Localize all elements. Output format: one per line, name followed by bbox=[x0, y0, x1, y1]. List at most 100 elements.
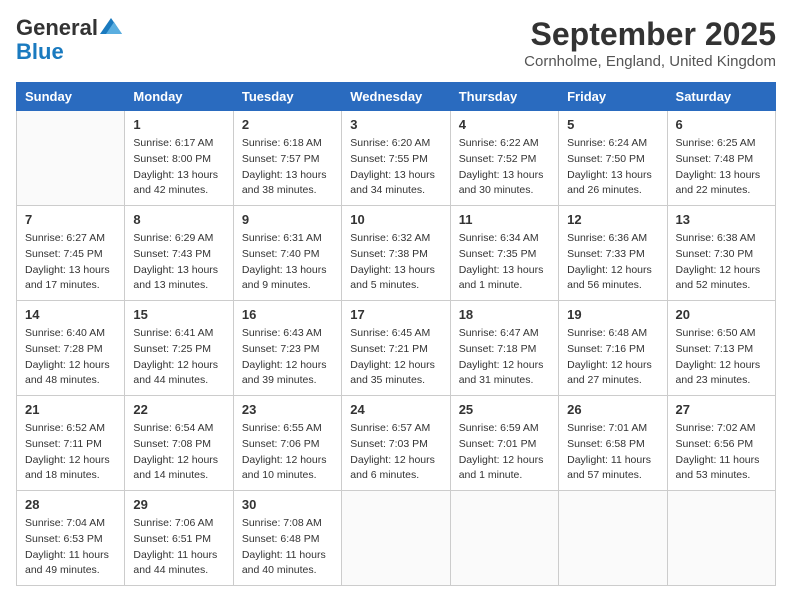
calendar-cell: 12Sunrise: 6:36 AM Sunset: 7:33 PM Dayli… bbox=[559, 206, 667, 301]
week-row-3: 14 Sunrise: 6:40 AM Sunset: 7:28 PM Dayli… bbox=[17, 301, 776, 396]
weekday-header-thursday: Thursday bbox=[450, 83, 558, 111]
day-info: Sunrise: 6:55 AM Sunset: 7:06 PM Dayligh… bbox=[242, 421, 333, 484]
day-number: 17 bbox=[350, 307, 441, 322]
calendar-cell bbox=[667, 491, 775, 586]
day-info: Sunrise: 6:22 AM Sunset: 7:52 PM Dayligh… bbox=[459, 136, 550, 199]
day-number: 5 bbox=[567, 117, 658, 132]
day-number: 16 bbox=[242, 307, 333, 322]
calendar-cell: 3 Sunrise: 6:20 AM Sunset: 7:55 PM Daylig… bbox=[342, 111, 450, 206]
calendar-cell: 24 Sunrise: 6:57 AM Sunset: 7:03 PM Dayli… bbox=[342, 396, 450, 491]
calendar-cell bbox=[342, 491, 450, 586]
calendar-cell: 18 Sunrise: 6:47 AM Sunset: 7:18 PM Dayli… bbox=[450, 301, 558, 396]
calendar-cell: 17 Sunrise: 6:45 AM Sunset: 7:21 PM Dayli… bbox=[342, 301, 450, 396]
weekday-header-friday: Friday bbox=[559, 83, 667, 111]
day-number: 20 bbox=[676, 307, 767, 322]
day-number: 3 bbox=[350, 117, 441, 132]
day-info: Sunrise: 7:04 AM Sunset: 6:53 PM Dayligh… bbox=[25, 516, 116, 579]
day-number: 1 bbox=[133, 117, 224, 132]
calendar-cell: 4Sunrise: 6:22 AM Sunset: 7:52 PM Daylig… bbox=[450, 111, 558, 206]
day-info: Sunrise: 6:17 AM Sunset: 8:00 PM Dayligh… bbox=[133, 136, 224, 199]
day-number: 19 bbox=[567, 307, 658, 322]
day-info: Sunrise: 6:54 AM Sunset: 7:08 PM Dayligh… bbox=[133, 421, 224, 484]
calendar-cell: 11 Sunrise: 6:34 AM Sunset: 7:35 PM Dayli… bbox=[450, 206, 558, 301]
day-number: 14 bbox=[25, 307, 116, 322]
week-row-5: 28 Sunrise: 7:04 AM Sunset: 6:53 PM Dayli… bbox=[17, 491, 776, 586]
day-info: Sunrise: 7:01 AM Sunset: 6:58 PM Dayligh… bbox=[567, 421, 658, 484]
day-number: 13 bbox=[676, 212, 767, 227]
day-number: 28 bbox=[25, 497, 116, 512]
day-info: Sunrise: 6:38 AM Sunset: 7:30 PM Dayligh… bbox=[676, 231, 767, 294]
day-number: 18 bbox=[459, 307, 550, 322]
day-number: 21 bbox=[25, 402, 116, 417]
calendar-cell bbox=[559, 491, 667, 586]
day-info: Sunrise: 6:59 AM Sunset: 7:01 PM Dayligh… bbox=[459, 421, 550, 484]
day-info: Sunrise: 6:57 AM Sunset: 7:03 PM Dayligh… bbox=[350, 421, 441, 484]
day-number: 7 bbox=[25, 212, 116, 227]
day-number: 23 bbox=[242, 402, 333, 417]
day-info: Sunrise: 6:41 AM Sunset: 7:25 PM Dayligh… bbox=[133, 326, 224, 389]
weekday-header-tuesday: Tuesday bbox=[233, 83, 341, 111]
day-info: Sunrise: 6:52 AM Sunset: 7:11 PM Dayligh… bbox=[25, 421, 116, 484]
day-info: Sunrise: 6:36 AM Sunset: 7:33 PM Dayligh… bbox=[567, 231, 658, 294]
day-info: Sunrise: 7:02 AM Sunset: 6:56 PM Dayligh… bbox=[676, 421, 767, 484]
calendar-cell: 14 Sunrise: 6:40 AM Sunset: 7:28 PM Dayli… bbox=[17, 301, 125, 396]
day-number: 2 bbox=[242, 117, 333, 132]
calendar-cell bbox=[17, 111, 125, 206]
logo: General Blue bbox=[16, 16, 122, 64]
week-row-1: 1 Sunrise: 6:17 AM Sunset: 8:00 PM Daylig… bbox=[17, 111, 776, 206]
day-info: Sunrise: 6:18 AM Sunset: 7:57 PM Dayligh… bbox=[242, 136, 333, 199]
day-number: 25 bbox=[459, 402, 550, 417]
calendar-cell: 23 Sunrise: 6:55 AM Sunset: 7:06 PM Dayli… bbox=[233, 396, 341, 491]
calendar-cell: 30 Sunrise: 7:08 AM Sunset: 6:48 PM Dayli… bbox=[233, 491, 341, 586]
weekday-header-row: SundayMondayTuesdayWednesdayThursdayFrid… bbox=[17, 83, 776, 111]
week-row-2: 7 Sunrise: 6:27 AM Sunset: 7:45 PM Daylig… bbox=[17, 206, 776, 301]
month-title: September 2025 bbox=[524, 16, 776, 53]
calendar-cell: 28 Sunrise: 7:04 AM Sunset: 6:53 PM Dayli… bbox=[17, 491, 125, 586]
day-info: Sunrise: 6:27 AM Sunset: 7:45 PM Dayligh… bbox=[25, 231, 116, 294]
calendar-cell: 9Sunrise: 6:31 AM Sunset: 7:40 PM Daylig… bbox=[233, 206, 341, 301]
calendar-cell: 10Sunrise: 6:32 AM Sunset: 7:38 PM Dayli… bbox=[342, 206, 450, 301]
calendar-cell: 27 Sunrise: 7:02 AM Sunset: 6:56 PM Dayli… bbox=[667, 396, 775, 491]
logo-blue: Blue bbox=[16, 39, 64, 64]
day-number: 9 bbox=[242, 212, 333, 227]
day-number: 11 bbox=[459, 212, 550, 227]
calendar-cell: 1 Sunrise: 6:17 AM Sunset: 8:00 PM Daylig… bbox=[125, 111, 233, 206]
day-number: 29 bbox=[133, 497, 224, 512]
day-info: Sunrise: 6:45 AM Sunset: 7:21 PM Dayligh… bbox=[350, 326, 441, 389]
location-subtitle: Cornholme, England, United Kingdom bbox=[524, 53, 776, 70]
calendar-cell bbox=[450, 491, 558, 586]
calendar-cell: 22 Sunrise: 6:54 AM Sunset: 7:08 PM Dayli… bbox=[125, 396, 233, 491]
week-row-4: 21 Sunrise: 6:52 AM Sunset: 7:11 PM Dayli… bbox=[17, 396, 776, 491]
calendar-cell: 15 Sunrise: 6:41 AM Sunset: 7:25 PM Dayli… bbox=[125, 301, 233, 396]
day-number: 8 bbox=[133, 212, 224, 227]
calendar-table: SundayMondayTuesdayWednesdayThursdayFrid… bbox=[16, 82, 776, 586]
day-info: Sunrise: 6:40 AM Sunset: 7:28 PM Dayligh… bbox=[25, 326, 116, 389]
day-info: Sunrise: 6:50 AM Sunset: 7:13 PM Dayligh… bbox=[676, 326, 767, 389]
day-info: Sunrise: 6:32 AM Sunset: 7:38 PM Dayligh… bbox=[350, 231, 441, 294]
day-info: Sunrise: 6:20 AM Sunset: 7:55 PM Dayligh… bbox=[350, 136, 441, 199]
day-info: Sunrise: 7:08 AM Sunset: 6:48 PM Dayligh… bbox=[242, 516, 333, 579]
calendar-cell: 13 Sunrise: 6:38 AM Sunset: 7:30 PM Dayli… bbox=[667, 206, 775, 301]
day-info: Sunrise: 6:34 AM Sunset: 7:35 PM Dayligh… bbox=[459, 231, 550, 294]
day-number: 22 bbox=[133, 402, 224, 417]
calendar-cell: 8 Sunrise: 6:29 AM Sunset: 7:43 PM Daylig… bbox=[125, 206, 233, 301]
calendar-cell: 16Sunrise: 6:43 AM Sunset: 7:23 PM Dayli… bbox=[233, 301, 341, 396]
calendar-cell: 26Sunrise: 7:01 AM Sunset: 6:58 PM Dayli… bbox=[559, 396, 667, 491]
logo-general: General bbox=[16, 16, 98, 40]
calendar-cell: 5Sunrise: 6:24 AM Sunset: 7:50 PM Daylig… bbox=[559, 111, 667, 206]
day-number: 24 bbox=[350, 402, 441, 417]
weekday-header-wednesday: Wednesday bbox=[342, 83, 450, 111]
day-number: 6 bbox=[676, 117, 767, 132]
weekday-header-saturday: Saturday bbox=[667, 83, 775, 111]
calendar-cell: 6 Sunrise: 6:25 AM Sunset: 7:48 PM Daylig… bbox=[667, 111, 775, 206]
day-info: Sunrise: 6:48 AM Sunset: 7:16 PM Dayligh… bbox=[567, 326, 658, 389]
day-info: Sunrise: 6:25 AM Sunset: 7:48 PM Dayligh… bbox=[676, 136, 767, 199]
day-info: Sunrise: 7:06 AM Sunset: 6:51 PM Dayligh… bbox=[133, 516, 224, 579]
day-number: 15 bbox=[133, 307, 224, 322]
calendar-cell: 19 Sunrise: 6:48 AM Sunset: 7:16 PM Dayli… bbox=[559, 301, 667, 396]
day-info: Sunrise: 6:47 AM Sunset: 7:18 PM Dayligh… bbox=[459, 326, 550, 389]
day-info: Sunrise: 6:29 AM Sunset: 7:43 PM Dayligh… bbox=[133, 231, 224, 294]
day-number: 30 bbox=[242, 497, 333, 512]
calendar-cell: 25 Sunrise: 6:59 AM Sunset: 7:01 PM Dayli… bbox=[450, 396, 558, 491]
day-number: 27 bbox=[676, 402, 767, 417]
